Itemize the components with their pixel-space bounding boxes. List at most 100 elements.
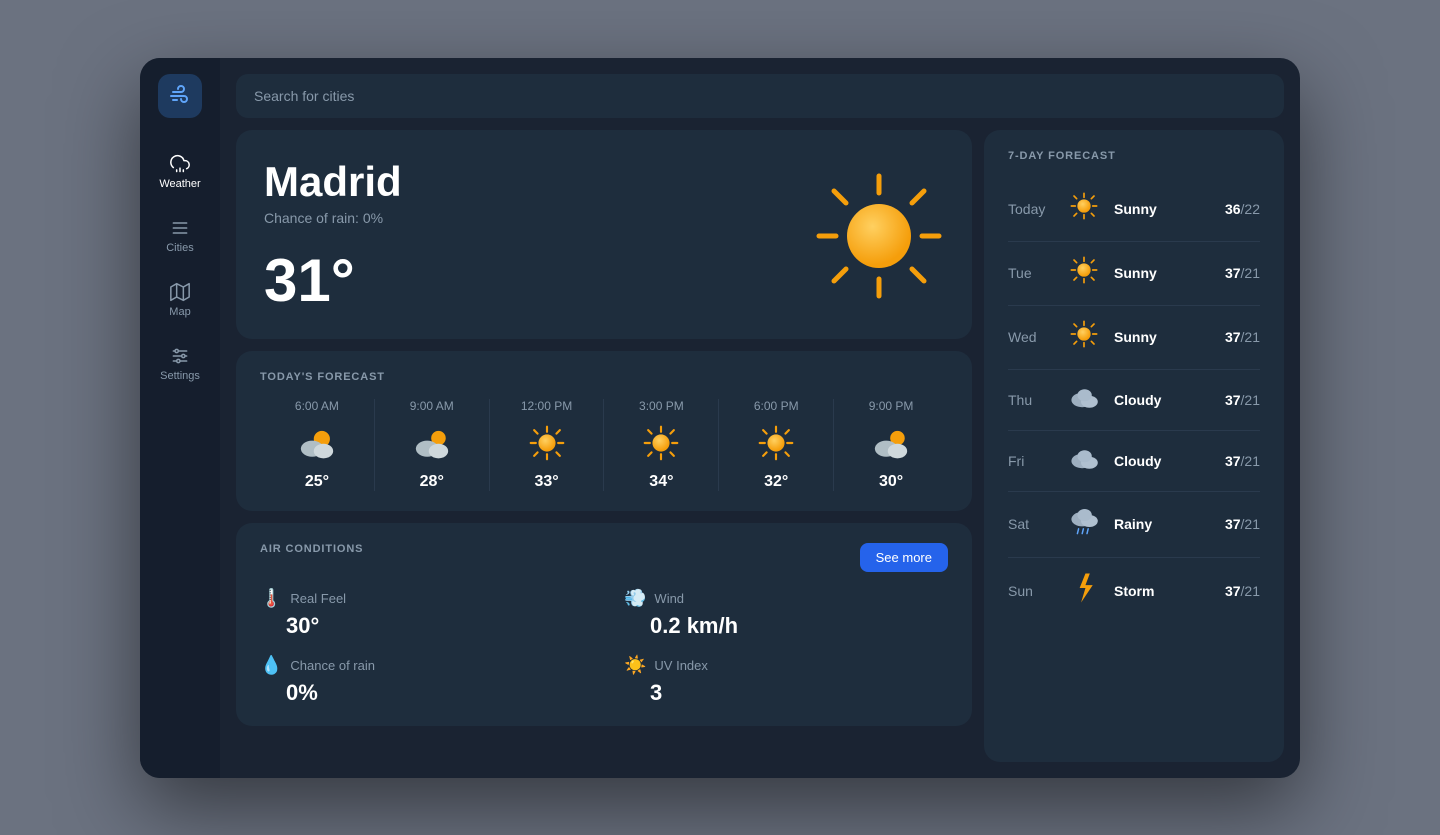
thermometer-icon: 🌡️	[260, 588, 282, 609]
wind-icon	[168, 84, 192, 108]
air-item-realfeel-value: 30°	[260, 613, 584, 639]
forecast-day-sat: Sat	[1008, 516, 1058, 532]
air-item-uv: ☀️ UV Index 3	[624, 655, 948, 706]
cloud-partly-icon-1	[411, 425, 453, 461]
forecast-icon-sat	[1066, 506, 1102, 543]
forecast-row-sat: Sat Rainy 37/21	[1008, 492, 1260, 558]
sidebar: Weather Cities Map	[140, 58, 220, 778]
forecast-hour-2: 12:00 PM	[490, 399, 605, 491]
cloud-partly-icon-5	[870, 425, 912, 461]
air-item-rain-label: Chance of rain	[290, 658, 375, 673]
seven-day-forecast-panel: 7-DAY FORECAST Today Sunny 36/22 Tue	[984, 130, 1284, 762]
hour-temp-0: 25°	[305, 473, 329, 491]
hour-label-1: 9:00 AM	[410, 399, 454, 413]
forecast-hour-5: 9:00 PM 30°	[834, 399, 948, 491]
forecast-row-fri: Fri Cloudy 37/21	[1008, 431, 1260, 492]
sun-large-icon	[814, 171, 944, 301]
sliders-icon	[170, 346, 190, 366]
sidebar-item-cities-label: Cities	[166, 242, 194, 254]
list-icon	[170, 218, 190, 238]
forecast-icon-today	[1066, 192, 1102, 227]
cloud-partly-icon-0	[296, 425, 338, 461]
sidebar-item-settings[interactable]: Settings	[140, 334, 220, 394]
sun-small-icon-2	[526, 425, 568, 461]
air-item-uv-header: ☀️ UV Index	[624, 655, 948, 676]
forecast-hours-list: 6:00 AM 25° 9:00 AM	[260, 399, 948, 491]
see-more-button[interactable]: See more	[860, 543, 948, 572]
app-logo	[158, 74, 202, 118]
sidebar-item-map-label: Map	[169, 306, 190, 318]
forecast-icon-sun	[1066, 572, 1102, 611]
forecast-icon-fri	[1066, 445, 1102, 477]
forecast-temps-sun: 37/21	[1225, 583, 1260, 599]
forecast-condition-tue: Sunny	[1114, 265, 1225, 281]
sidebar-item-map[interactable]: Map	[140, 270, 220, 330]
air-item-realfeel-label: Real Feel	[290, 591, 346, 606]
today-forecast-title: TODAY'S FORECAST	[260, 371, 948, 383]
content-area: Madrid Chance of rain: 0% 31°	[236, 130, 1284, 762]
cloud-rain-icon	[170, 154, 190, 174]
forecast-row-tue: Tue Sunny 37/21	[1008, 242, 1260, 306]
left-panel: Madrid Chance of rain: 0% 31°	[236, 130, 972, 762]
forecast-hour-4: 6:00 PM	[719, 399, 834, 491]
current-weather-card: Madrid Chance of rain: 0% 31°	[236, 130, 972, 339]
forecast-condition-sun: Storm	[1114, 583, 1225, 599]
city-name: Madrid	[264, 158, 402, 206]
forecast-condition-wed: Sunny	[1114, 329, 1225, 345]
forecast-temps-today: 36/22	[1225, 201, 1260, 217]
hour-label-2: 12:00 PM	[521, 399, 572, 413]
wind-small-icon: 💨	[624, 588, 646, 609]
hour-label-0: 6:00 AM	[295, 399, 339, 413]
forecast-condition-thu: Cloudy	[1114, 392, 1225, 408]
forecast-day-fri: Fri	[1008, 453, 1058, 469]
forecast-temps-wed: 37/21	[1225, 329, 1260, 345]
forecast-icon-wed	[1066, 320, 1102, 355]
weather-info: Madrid Chance of rain: 0% 31°	[264, 158, 402, 315]
sun-small-icon-3	[640, 425, 682, 461]
forecast-day-thu: Thu	[1008, 392, 1058, 408]
air-item-rain-header: 💧 Chance of rain	[260, 655, 584, 676]
forecast-row-wed: Wed Sunny 37/21	[1008, 306, 1260, 370]
forecast-icon-thu	[1066, 384, 1102, 416]
forecast-day-tue: Tue	[1008, 265, 1058, 281]
forecast-day-today: Today	[1008, 201, 1058, 217]
map-icon	[170, 282, 190, 302]
air-item-wind: 💨 Wind 0.2 km/h	[624, 588, 948, 639]
forecast-hour-3: 3:00 PM	[604, 399, 719, 491]
forecast-temps-fri: 37/21	[1225, 453, 1260, 469]
air-conditions-title: AIR CONDITIONS	[260, 543, 363, 555]
forecast-hour-1: 9:00 AM 28°	[375, 399, 490, 491]
air-item-uv-value: 3	[624, 680, 948, 706]
main-content: Madrid Chance of rain: 0% 31°	[220, 58, 1300, 778]
air-item-wind-label: Wind	[654, 591, 684, 606]
air-item-wind-value: 0.2 km/h	[624, 613, 948, 639]
forecast-temps-thu: 37/21	[1225, 392, 1260, 408]
sidebar-item-settings-label: Settings	[160, 370, 200, 382]
air-item-rain: 💧 Chance of rain 0%	[260, 655, 584, 706]
forecast-row-sun: Sun Storm 37/21	[1008, 558, 1260, 625]
forecast-row-thu: Thu Cloudy 37/21	[1008, 370, 1260, 431]
hour-label-4: 6:00 PM	[754, 399, 799, 413]
forecast-hour-0: 6:00 AM 25°	[260, 399, 375, 491]
today-forecast-card: TODAY'S FORECAST 6:00 AM 25°	[236, 351, 972, 511]
sidebar-item-cities[interactable]: Cities	[140, 206, 220, 266]
forecast-day-sun: Sun	[1008, 583, 1058, 599]
temperature: 31°	[264, 246, 402, 315]
search-input[interactable]	[236, 74, 1284, 118]
air-item-wind-header: 💨 Wind	[624, 588, 948, 609]
air-conditions-card: AIR CONDITIONS See more 🌡️ Real Feel 30°	[236, 523, 972, 726]
forecast-icon-tue	[1066, 256, 1102, 291]
hour-temp-1: 28°	[420, 473, 444, 491]
app-container: Weather Cities Map	[140, 58, 1300, 778]
hour-temp-4: 32°	[764, 473, 788, 491]
air-item-uv-label: UV Index	[654, 658, 707, 673]
hour-label-5: 9:00 PM	[869, 399, 914, 413]
sun-small-icon-4	[755, 425, 797, 461]
forecast-temps-sat: 37/21	[1225, 516, 1260, 532]
forecast-row-today: Today Sunny 36/22	[1008, 178, 1260, 242]
sidebar-item-weather[interactable]: Weather	[140, 142, 220, 202]
forecast-condition-today: Sunny	[1114, 201, 1225, 217]
uv-icon: ☀️	[624, 655, 646, 676]
seven-day-title: 7-DAY FORECAST	[1008, 150, 1260, 162]
sidebar-item-weather-label: Weather	[159, 178, 200, 190]
